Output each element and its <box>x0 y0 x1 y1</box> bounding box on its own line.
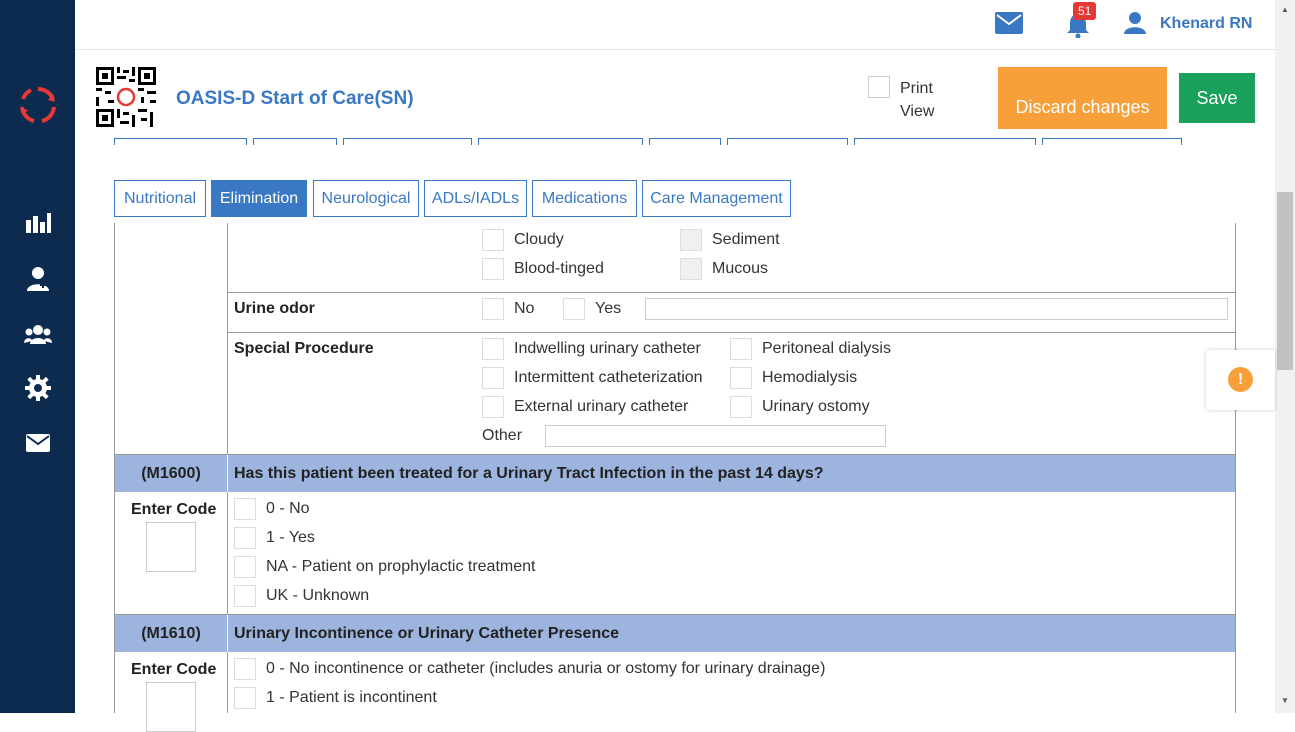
m1610-code: (M1610) <box>141 624 201 642</box>
intermittent-catheterization-label: Intermittent catheterization <box>514 369 703 386</box>
urine-odor-label: Urine odor <box>234 300 315 317</box>
m1610-option-1-checkbox[interactable] <box>234 687 256 709</box>
m1600-option-0-checkbox[interactable] <box>234 498 256 520</box>
settings-gear-icon[interactable] <box>23 375 53 401</box>
m1610-option-0-checkbox[interactable] <box>234 658 256 680</box>
tab-elimination[interactable]: Elimination <box>211 180 307 217</box>
m1600-code-input[interactable] <box>146 522 196 572</box>
row-divider <box>227 332 1235 333</box>
m1600-option-1-checkbox[interactable] <box>234 527 256 549</box>
app-logo-icon[interactable] <box>19 86 57 124</box>
m1600-option-na-checkbox[interactable] <box>234 556 256 578</box>
save-button[interactable]: Save <box>1179 73 1255 123</box>
m1600-option-1-label: 1 - Yes <box>266 529 315 546</box>
mucous-label: Mucous <box>712 260 769 277</box>
m1610-code-input[interactable] <box>146 682 196 732</box>
m1610-question: Urinary Incontinence or Urinary Catheter… <box>234 625 620 642</box>
cloudy-checkbox[interactable] <box>482 229 504 251</box>
qr-code-icon <box>96 67 156 127</box>
indwelling-catheter-label: Indwelling urinary catheter <box>514 340 701 357</box>
m1610-enter-code-label: Enter Code <box>131 661 217 678</box>
m1600-option-uk-label: UK - Unknown <box>266 587 370 604</box>
bar-divider <box>227 455 228 492</box>
print-view-checkbox[interactable] <box>868 76 890 98</box>
tab-adls-iadls[interactable]: ADLs/IADLs <box>424 180 527 217</box>
urinary-ostomy-label: Urinary ostomy <box>762 398 870 415</box>
odor-yes-label: Yes <box>595 300 622 317</box>
special-procedure-label: Special Procedure <box>234 340 374 357</box>
tab-nutritional[interactable]: Nutritional <box>114 180 206 217</box>
indwelling-catheter-checkbox[interactable] <box>482 338 504 360</box>
urinary-ostomy-checkbox[interactable] <box>730 396 752 418</box>
peritoneal-dialysis-label: Peritoneal dialysis <box>762 340 891 357</box>
other-label: Other <box>482 427 523 444</box>
notification-badge: 51 <box>1073 2 1097 20</box>
scroll-down-icon[interactable]: ▼ <box>1281 696 1289 705</box>
m1600-option-0-label: 0 - No <box>266 500 310 517</box>
tab-care-management[interactable]: Care Management <box>642 180 791 217</box>
table-border-right <box>1235 223 1236 713</box>
form-title: OASIS-D Start of Care(SN) <box>176 88 414 109</box>
mail-icon[interactable] <box>995 12 1023 39</box>
alert-panel[interactable]: ! <box>1206 350 1275 410</box>
m1600-code: (M1600) <box>141 464 201 482</box>
m1600-enter-code-label: Enter Code <box>131 501 217 518</box>
blood-tinged-checkbox[interactable] <box>482 258 504 280</box>
patient-icon[interactable] <box>23 266 53 292</box>
top-bar: 51 Khenard RN <box>75 0 1275 50</box>
external-catheter-label: External urinary catheter <box>514 398 689 415</box>
tab-medications[interactable]: Medications <box>532 180 637 217</box>
external-catheter-checkbox[interactable] <box>482 396 504 418</box>
m1610-option-1-label: 1 - Patient is incontinent <box>266 689 437 706</box>
odor-no-checkbox[interactable] <box>482 298 504 320</box>
mail-icon[interactable] <box>23 430 53 456</box>
warning-icon[interactable]: ! <box>1228 367 1253 392</box>
m1600-option-na-label: NA - Patient on prophylactic treatment <box>266 558 536 575</box>
dashboard-chart-icon[interactable] <box>23 210 53 236</box>
odor-no-label: No <box>514 300 535 317</box>
discard-changes-button[interactable]: Discard changes <box>998 67 1167 129</box>
scrollbar[interactable]: ▲ ▼ <box>1275 0 1295 713</box>
m1600-header: (M1600) Has this patient been treated fo… <box>115 455 1235 492</box>
odor-yes-checkbox[interactable] <box>563 298 585 320</box>
bar-divider <box>227 615 228 652</box>
cloudy-label: Cloudy <box>514 231 564 248</box>
intermittent-catheterization-checkbox[interactable] <box>482 367 504 389</box>
m1610-option-0-label: 0 - No incontinence or catheter (include… <box>266 660 826 677</box>
m1600-question: Has this patient been treated for a Urin… <box>234 465 824 482</box>
m1600-option-uk-checkbox[interactable] <box>234 585 256 607</box>
blood-tinged-label: Blood-tinged <box>514 260 604 277</box>
scroll-up-icon[interactable]: ▲ <box>1281 5 1289 14</box>
sediment-checkbox[interactable] <box>680 229 702 251</box>
urine-odor-input[interactable] <box>645 298 1228 320</box>
tab-neurological[interactable]: Neurological <box>313 180 419 217</box>
sediment-label: Sediment <box>712 231 780 248</box>
hemodialysis-checkbox[interactable] <box>730 367 752 389</box>
team-icon[interactable] <box>23 321 53 347</box>
mucous-checkbox[interactable] <box>680 258 702 280</box>
sidebar <box>0 0 75 713</box>
row-divider <box>227 292 1235 293</box>
user-name[interactable]: Khenard RN <box>1160 15 1252 33</box>
hemodialysis-label: Hemodialysis <box>762 369 858 386</box>
user-icon[interactable] <box>1123 11 1147 40</box>
peritoneal-dialysis-checkbox[interactable] <box>730 338 752 360</box>
print-view-label: Print View <box>900 80 935 120</box>
scrollbar-thumb[interactable] <box>1277 192 1293 370</box>
m1610-header: (M1610) Urinary Incontinence or Urinary … <box>115 615 1235 652</box>
other-procedure-input[interactable] <box>545 425 886 447</box>
